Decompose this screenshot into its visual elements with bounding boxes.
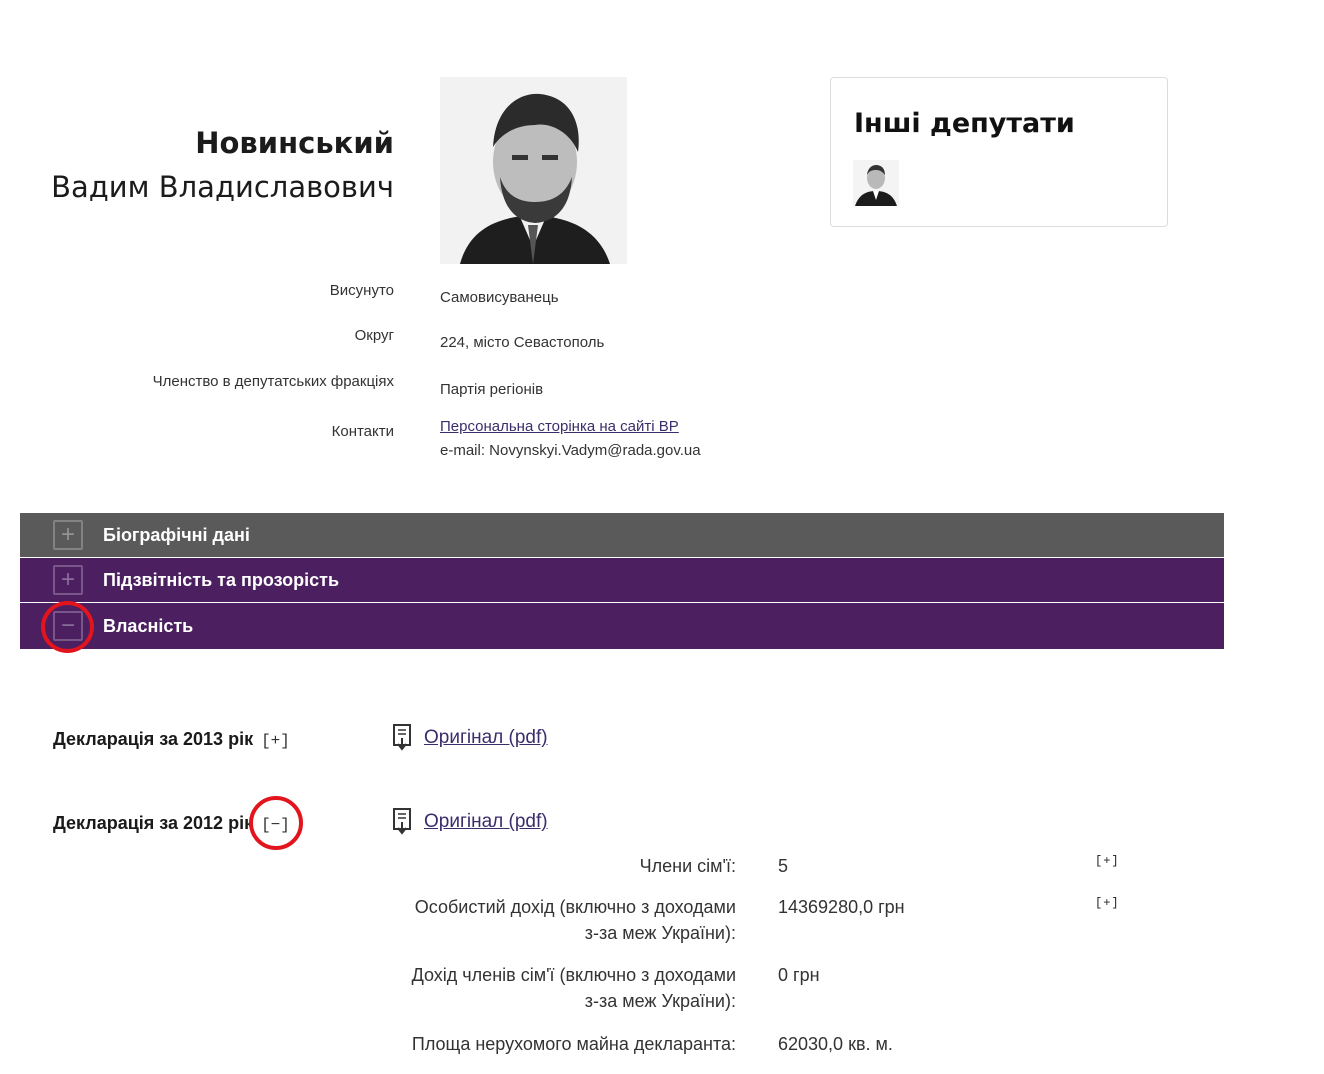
info-label-factions: Членство в депутатських фракціях	[152, 373, 394, 390]
deputy-surname: Новинський	[195, 126, 394, 160]
accordion-biography[interactable]: + Біографічні дані	[20, 513, 1224, 557]
detail-label-family-members: Члени сім'ї:	[639, 856, 736, 876]
declaration-collapse-toggle[interactable]: [−]	[261, 816, 290, 834]
info-value-nominated: Самовисуванець	[440, 289, 559, 306]
detail-expand-toggle[interactable]: [+]	[1095, 896, 1120, 910]
detail-label-personal-income: Особистий дохід (включно з доходами з-за…	[414, 897, 736, 943]
detail-label-real-estate-area: Площа нерухомого майна декларанта:	[411, 1034, 736, 1054]
info-label-contacts: Контакти	[331, 423, 394, 440]
accordion-label: Біографічні дані	[103, 524, 250, 545]
detail-value-real-estate-area: 62030,0 кв. м.	[778, 1034, 893, 1054]
info-value-factions: Партія регіонів	[440, 381, 544, 398]
other-deputies-title: Інші депутати	[854, 108, 1075, 139]
other-deputy-avatar[interactable]	[853, 160, 899, 206]
pdf-link-label: Оригінал (pdf)	[424, 727, 548, 748]
declaration-2012: Декларація за 2012 рік [−]	[53, 813, 290, 834]
other-deputies-card: Інші депутати	[830, 77, 1168, 227]
deputy-given-names: Вадим Владиславович	[51, 170, 394, 204]
info-label-nominated: Висунуто	[329, 282, 394, 299]
accordion-label: Власність	[103, 615, 194, 636]
accordion-label: Підзвітність та прозорість	[103, 569, 340, 590]
declaration-2013: Декларація за 2013 рік [+]	[53, 729, 290, 750]
pdf-file-icon	[393, 808, 411, 835]
declaration-title: Декларація за 2012 рік	[53, 813, 254, 833]
declaration-2012-pdf-link[interactable]: Оригінал (pdf)	[392, 808, 548, 836]
detail-value-family-income: 0 грн	[778, 965, 820, 985]
expand-icon: +	[53, 565, 83, 595]
info-value-district: 224, місто Севастополь	[440, 334, 605, 351]
detail-value-family-members: 5	[778, 856, 789, 876]
declaration-2013-pdf-link[interactable]: Оригінал (pdf)	[392, 724, 548, 752]
declaration-title: Декларація за 2013 рік	[53, 729, 254, 749]
pdf-link-label: Оригінал (pdf)	[424, 811, 548, 832]
declaration-expand-toggle[interactable]: [+]	[261, 732, 290, 750]
contact-email: e-mail: Novynskyi.Vadym@rada.gov.ua	[440, 442, 701, 459]
accordion-property[interactable]: − Власність	[20, 603, 1224, 649]
expand-icon: +	[53, 520, 83, 550]
pdf-file-icon	[393, 724, 411, 751]
deputy-portrait	[440, 77, 627, 264]
rada-profile-link[interactable]: Персональна сторінка на сайті ВР	[440, 418, 679, 435]
detail-expand-toggle[interactable]: [+]	[1095, 854, 1120, 868]
collapse-icon: −	[53, 611, 83, 641]
detail-value-personal-income: 14369280,0 грн	[778, 897, 905, 917]
info-label-district: Округ	[354, 327, 394, 344]
deputy-profile-page: Новинський Вадим Владиславович Висунуто …	[0, 0, 1324, 1074]
accordion-accountability[interactable]: + Підзвітність та прозорість	[20, 558, 1224, 602]
contacts-block: Персональна сторінка на сайті ВР	[440, 418, 679, 435]
detail-label-family-income: Дохід членів сім'ї (включно з доходами з…	[411, 965, 736, 1011]
